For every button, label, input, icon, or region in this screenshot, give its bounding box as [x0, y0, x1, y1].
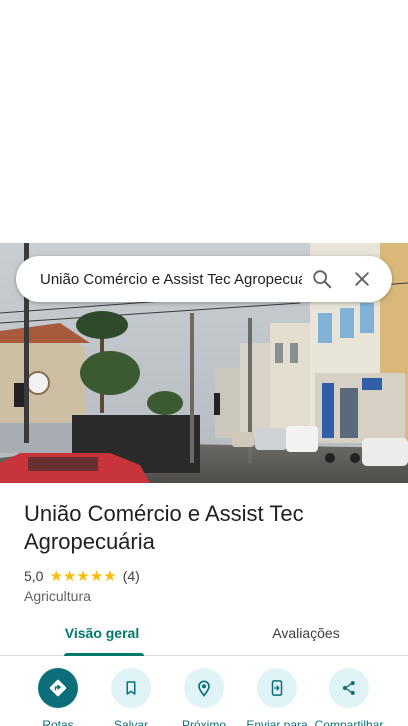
- place-category: Agricultura: [24, 588, 91, 604]
- tab-label: Avaliações: [272, 624, 340, 641]
- place-title: União Comércio e Assist Tec Agropecuária: [24, 501, 304, 554]
- save-button[interactable]: Salvar: [91, 668, 171, 726]
- search-input[interactable]: União Comércio e Assist Tec Agropecuária: [40, 271, 302, 288]
- action-label: Rotas: [42, 718, 74, 726]
- tab-bar: Visão geral Avaliações: [0, 610, 408, 656]
- directions-button[interactable]: Rotas: [18, 668, 98, 726]
- action-label: Salvar: [113, 718, 148, 726]
- nearby-button[interactable]: Próximo: [164, 668, 244, 726]
- star-rating: ★ ★ ★ ★ ★: [49, 569, 116, 584]
- action-label: Compartilhar: [314, 718, 384, 726]
- share-button[interactable]: Compartilhar: [309, 668, 389, 726]
- tab-overview[interactable]: Visão geral: [0, 610, 204, 656]
- action-label: Próximo: [181, 718, 226, 726]
- review-count: (4): [122, 568, 140, 584]
- close-icon[interactable]: [342, 259, 382, 299]
- star-icon: ★: [62, 567, 77, 585]
- map-blank-area: [0, 0, 408, 243]
- star-icon: ★: [49, 567, 63, 585]
- rating-value: 5,0: [24, 568, 44, 584]
- directions-icon: [38, 668, 78, 708]
- action-label: Enviar para: [246, 718, 308, 726]
- star-icon: ★: [103, 567, 117, 585]
- search-bar[interactable]: União Comércio e Assist Tec Agropecuária: [16, 256, 392, 302]
- share-icon: [329, 668, 369, 708]
- action-bar: Rotas Salvar Próximo Enviar para Compart…: [0, 668, 408, 726]
- active-tab-indicator: [64, 653, 144, 656]
- star-icon: ★: [76, 567, 90, 585]
- place-info: União Comércio e Assist Tec Agropecuária…: [24, 500, 394, 604]
- send-to-phone-button[interactable]: Enviar para: [237, 668, 317, 726]
- send-to-phone-icon: [257, 668, 297, 708]
- nearby-icon: [184, 668, 224, 708]
- search-icon[interactable]: [302, 259, 342, 299]
- rating-row[interactable]: 5,0 ★ ★ ★ ★ ★ (4): [24, 566, 394, 586]
- bookmark-icon: [111, 668, 151, 708]
- star-icon: ★: [89, 567, 104, 585]
- tab-reviews[interactable]: Avaliações: [204, 610, 408, 655]
- tab-label: Visão geral: [64, 624, 140, 641]
